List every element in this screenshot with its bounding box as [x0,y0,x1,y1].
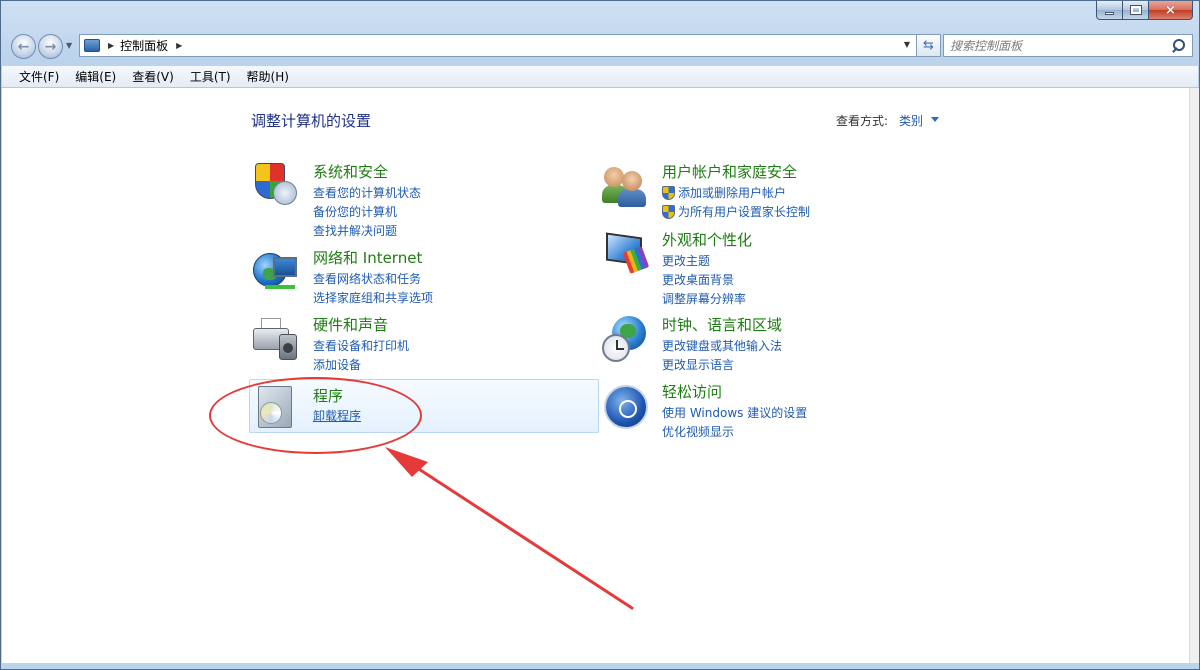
category-title[interactable]: 硬件和声音 [313,314,388,335]
shield-icon[interactable] [251,161,299,209]
breadcrumb-separator-icon[interactable]: ▶ [176,41,182,50]
page-title: 调整计算机的设置 [251,112,372,130]
refresh-icon: ⇆ [923,38,934,53]
category-title[interactable]: 系统和安全 [313,161,388,182]
search-icon[interactable] [1170,38,1186,54]
search-input[interactable] [950,35,1170,56]
view-by-dropdown-arrow-icon[interactable] [931,117,939,122]
forward-button[interactable]: → [38,34,63,59]
address-dropdown-icon[interactable]: ▼ [904,40,910,49]
link-windows-recommended-settings[interactable]: 使用 Windows 建议的设置 [662,403,807,422]
category-title[interactable]: 时钟、语言和区域 [662,314,782,335]
link-homegroup-sharing[interactable]: 选择家庭组和共享选项 [313,288,433,307]
link-change-background[interactable]: 更改桌面背景 [662,270,746,289]
users-icon[interactable] [602,161,650,209]
annotation-ellipse [209,377,422,454]
link-add-device[interactable]: 添加设备 [313,355,409,374]
back-arrow-icon: ← [17,38,30,55]
category-title[interactable]: 用户帐户和家庭安全 [662,161,797,182]
link-change-input-method[interactable]: 更改键盘或其他输入法 [662,336,782,355]
back-button[interactable]: ← [11,34,36,59]
category-hardware-sound: 硬件和声音 查看设备和打印机 添加设备 [251,314,591,374]
link-change-theme[interactable]: 更改主题 [662,251,746,270]
menu-tools[interactable]: 工具(T) [184,68,237,85]
link-screen-resolution[interactable]: 调整屏幕分辨率 [662,289,746,308]
network-globe-icon[interactable] [251,247,299,295]
recent-pages-dropdown-icon[interactable]: ▼ [66,41,72,50]
forward-arrow-icon: → [44,38,57,55]
close-button[interactable]: × [1149,1,1193,20]
close-icon: × [1165,2,1176,18]
category-ease-of-access: 轻松访问 使用 Windows 建议的设置 优化视频显示 [602,381,942,441]
menu-file[interactable]: 文件(F) [13,68,65,85]
view-by-label: 查看方式: [836,114,889,128]
menu-help[interactable]: 帮助(H) [241,68,295,85]
control-panel-icon [84,39,100,52]
category-title[interactable]: 外观和个性化 [662,229,752,250]
category-appearance: 外观和个性化 更改主题 更改桌面背景 调整屏幕分辨率 [602,229,942,306]
address-bar[interactable]: ▶ 控制面板 ▶ ▼ [79,34,917,57]
search-box [943,34,1193,57]
link-change-display-language[interactable]: 更改显示语言 [662,355,782,374]
explorer-window: × ← → ▼ ▶ 控制面板 ▶ ▼ ⇆ 文件(F) 编辑(E) 查看(V) 工… [0,0,1200,670]
uac-shield-icon [662,204,675,219]
monitor-palette-icon[interactable] [602,229,650,277]
menu-bar: 文件(F) 编辑(E) 查看(V) 工具(T) 帮助(H) [2,66,1198,88]
link-backup-computer[interactable]: 备份您的计算机 [313,202,421,221]
category-user-accounts: 用户帐户和家庭安全 添加或删除用户帐户 为所有用户设置家长控制 [602,161,942,221]
link-add-remove-accounts[interactable]: 添加或删除用户帐户 [662,183,810,202]
vertical-scrollbar[interactable] [1189,88,1199,663]
link-devices-printers[interactable]: 查看设备和打印机 [313,336,409,355]
refresh-button[interactable]: ⇆ [917,34,941,57]
link-parental-controls[interactable]: 为所有用户设置家长控制 [662,202,810,221]
clock-globe-icon[interactable] [602,314,650,362]
menu-edit[interactable]: 编辑(E) [69,68,122,85]
category-title[interactable]: 轻松访问 [662,381,722,402]
minimize-icon [1105,11,1114,15]
category-clock-language-region: 时钟、语言和区域 更改键盘或其他输入法 更改显示语言 [602,314,942,374]
link-troubleshoot[interactable]: 查找并解决问题 [313,221,421,240]
maximize-button[interactable] [1123,1,1149,20]
link-optimize-video-display[interactable]: 优化视频显示 [662,422,807,441]
printer-speaker-icon[interactable] [251,314,299,362]
ease-of-access-icon[interactable] [602,381,650,429]
maximize-icon [1129,5,1142,15]
view-by-dropdown[interactable]: 类别 [899,112,923,129]
menu-view[interactable]: 查看(V) [126,68,180,85]
caption-buttons: × [1096,1,1193,21]
category-system-security: 系统和安全 查看您的计算机状态 备份您的计算机 查找并解决问题 [251,161,591,238]
uac-shield-icon [662,185,675,200]
breadcrumb-control-panel[interactable]: 控制面板 [120,37,168,54]
content-pane: 调整计算机的设置 查看方式: 类别 系统和安全 查看您的计算机状态 备份您的计算… [2,88,1189,663]
breadcrumb-separator-icon[interactable]: ▶ [108,41,114,50]
minimize-button[interactable] [1096,1,1123,20]
link-network-status[interactable]: 查看网络状态和任务 [313,269,433,288]
link-view-computer-status[interactable]: 查看您的计算机状态 [313,183,421,202]
navigation-bar: ← → ▼ ▶ 控制面板 ▶ ▼ ⇆ [9,33,1193,59]
category-network-internet: 网络和 Internet 查看网络状态和任务 选择家庭组和共享选项 [251,247,591,307]
category-title[interactable]: 网络和 Internet [313,247,422,268]
